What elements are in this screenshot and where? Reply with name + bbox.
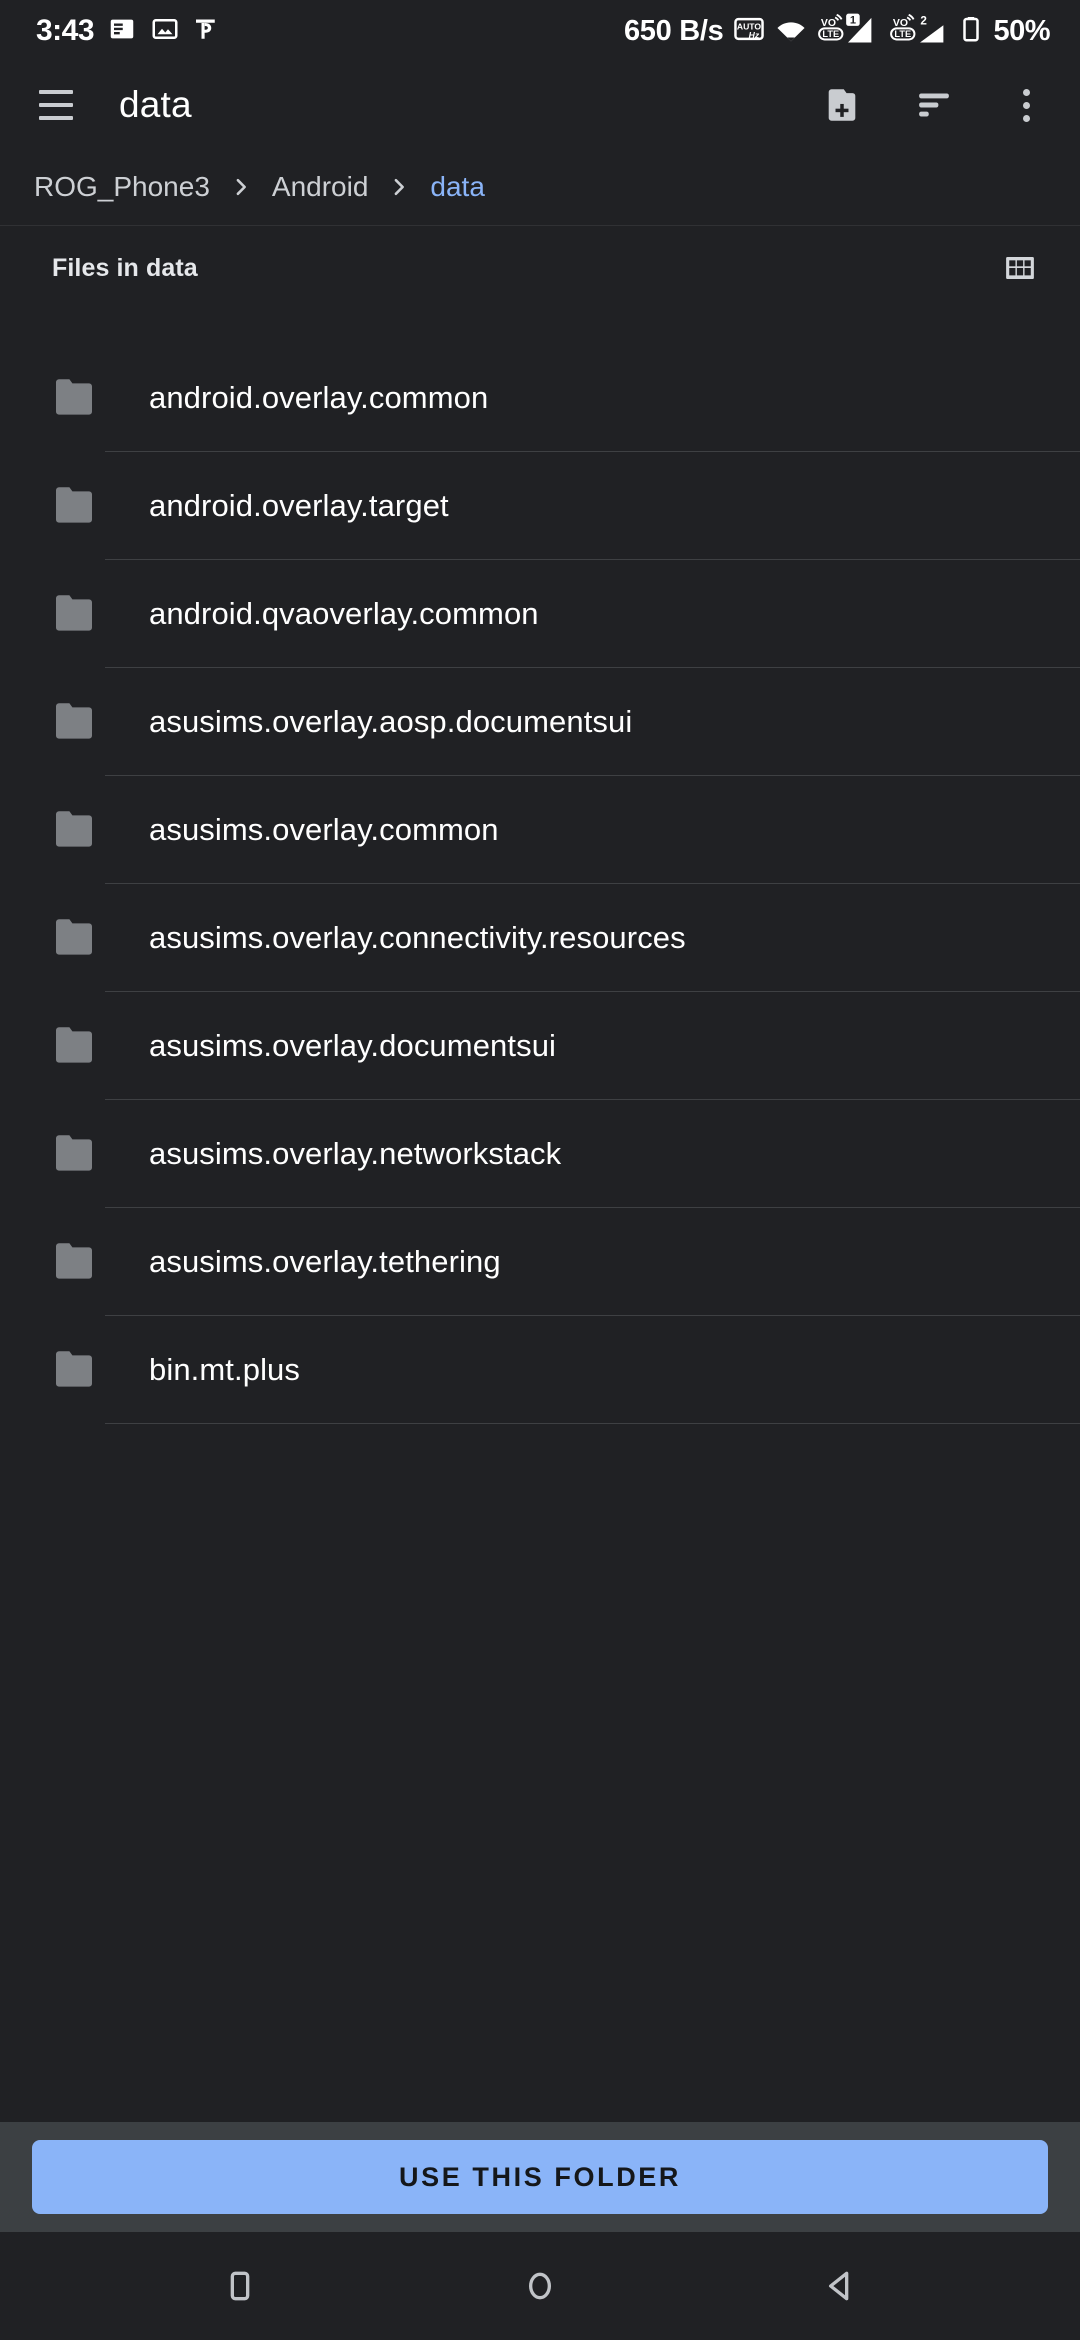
wifi-icon <box>775 14 807 49</box>
svg-text:VO: VO <box>821 17 836 28</box>
chevron-right-icon <box>230 176 252 198</box>
file-name: asusims.overlay.tethering <box>149 1244 501 1279</box>
status-bar-right: 650 B/s AUTO Hz VO LTE 1 VO LTE 2 50% <box>624 13 1050 50</box>
file-list-item[interactable]: asusims.overlay.tethering <box>0 1208 1080 1316</box>
battery-icon <box>961 14 981 49</box>
file-name: asusims.overlay.common <box>149 812 499 847</box>
file-list-item[interactable]: asusims.overlay.common <box>0 776 1080 884</box>
image-icon <box>150 14 180 49</box>
page-title: data <box>119 84 192 125</box>
folder-icon <box>52 593 100 635</box>
folder-icon <box>52 809 100 851</box>
devanagari-keyboard-icon <box>193 14 219 49</box>
folder-icon <box>52 485 100 527</box>
breadcrumb-item-root[interactable]: ROG_Phone3 <box>34 171 210 203</box>
sim1-volte-signal-icon: VO LTE 1 <box>817 13 879 50</box>
svg-text:LTE: LTE <box>823 29 840 39</box>
folder-icon <box>52 1025 100 1067</box>
chevron-right-icon <box>388 176 410 198</box>
file-name: android.qvaoverlay.common <box>149 596 539 631</box>
file-list-item[interactable]: android.overlay.common <box>0 344 1080 452</box>
file-name: bin.mt.plus <box>149 1352 300 1387</box>
recents-square-icon[interactable] <box>195 2241 285 2331</box>
folder-icon <box>52 1241 100 1283</box>
file-list[interactable]: android.overlay.common android.overlay.ta… <box>0 310 1080 2122</box>
file-list-item[interactable]: android.overlay.target <box>0 452 1080 560</box>
folder-icon <box>52 1349 100 1391</box>
file-name: android.overlay.common <box>149 380 489 415</box>
folder-icon <box>52 917 100 959</box>
folder-icon <box>52 701 100 743</box>
back-triangle-icon[interactable] <box>795 2241 885 2331</box>
toolbar-actions <box>814 77 1054 133</box>
battery-percent: 50% <box>993 14 1050 47</box>
file-list-item[interactable]: asusims.overlay.documentsui <box>0 992 1080 1100</box>
file-name: asusims.overlay.connectivity.resources <box>149 920 686 955</box>
sim2-volte-signal-icon: VO LTE 2 <box>889 13 951 50</box>
grid-view-icon[interactable] <box>992 240 1048 296</box>
overflow-menu-icon[interactable] <box>998 77 1054 133</box>
file-list-item[interactable]: asusims.overlay.aosp.documentsui <box>0 668 1080 776</box>
new-folder-icon[interactable] <box>814 77 870 133</box>
file-list-item[interactable]: android.qvaoverlay.common <box>0 560 1080 668</box>
section-title: Files in data <box>52 253 198 282</box>
svg-text:Hz: Hz <box>749 29 760 39</box>
file-list-item[interactable]: asusims.overlay.networkstack <box>0 1100 1080 1208</box>
file-list-item[interactable]: asusims.overlay.connectivity.resources <box>0 884 1080 992</box>
folder-icon <box>52 377 100 419</box>
file-name: asusims.overlay.networkstack <box>149 1136 562 1171</box>
app-toolbar: data <box>0 62 1080 148</box>
bottom-action-bar: USE THIS FOLDER <box>0 2122 1080 2232</box>
auto-hz-icon: AUTO Hz <box>733 14 765 49</box>
svg-text:2: 2 <box>921 14 928 27</box>
breadcrumb: ROG_Phone3 Android data <box>0 148 1080 226</box>
file-name: asusims.overlay.documentsui <box>149 1028 557 1063</box>
notes-icon <box>107 14 137 49</box>
row-divider <box>105 1423 1080 1424</box>
sort-icon[interactable] <box>906 77 962 133</box>
use-this-folder-button[interactable]: USE THIS FOLDER <box>32 2140 1048 2214</box>
breadcrumb-item-android[interactable]: Android <box>272 171 369 203</box>
svg-text:LTE: LTE <box>895 29 912 39</box>
file-name: android.overlay.target <box>149 488 449 523</box>
svg-text:1: 1 <box>850 14 856 26</box>
home-circle-icon[interactable] <box>495 2241 585 2331</box>
status-time: 3:43 <box>36 14 95 47</box>
folder-icon <box>52 1133 100 1175</box>
network-rate: 650 B/s <box>623 14 724 47</box>
status-bar: 3:43 650 B/s AUTO Hz VO LTE 1 VO LTE 2 5… <box>0 0 1080 62</box>
svg-text:VO: VO <box>893 17 908 28</box>
breadcrumb-item-data[interactable]: data <box>430 171 485 203</box>
file-list-item[interactable]: bin.mt.plus <box>0 1316 1080 1424</box>
file-name: asusims.overlay.aosp.documentsui <box>149 704 633 739</box>
section-header: Files in data <box>0 226 1080 310</box>
hamburger-menu-icon[interactable] <box>28 77 84 133</box>
status-bar-left: 3:43 <box>36 14 219 49</box>
system-nav-bar <box>0 2232 1080 2340</box>
phone-screen: 3:43 650 B/s AUTO Hz VO LTE 1 VO LTE 2 5… <box>0 0 1080 2340</box>
